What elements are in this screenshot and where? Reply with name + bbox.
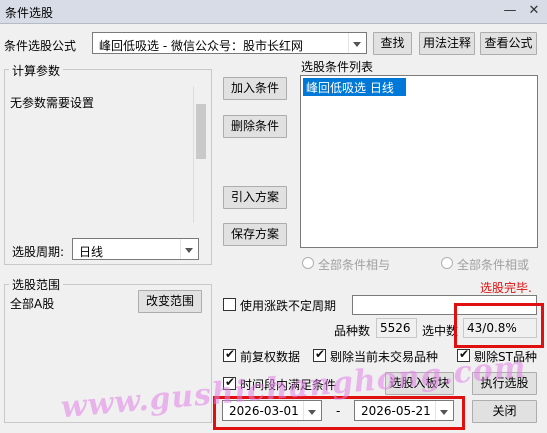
radio-all-and[interactable] [302,257,314,269]
selected-count-highlight [454,303,544,348]
radio-all-or[interactable] [441,257,453,269]
list-item[interactable]: 峰回低吸选 日线 [303,78,406,96]
selected-label: 选中数 [422,324,459,338]
prior-adjust-checkbox[interactable] [223,347,236,362]
formula-label: 条件选股公式 [4,39,77,53]
close-window-button[interactable]: ✕ [521,0,547,22]
conditions-title: 选股条件列表 [301,60,374,74]
change-range-button[interactable]: 改变范围 [138,290,202,313]
uncertain-period-label: 使用涨跌不定周期 [240,299,337,313]
radio-all-or-label: 全部条件相或 [457,258,530,272]
count-label: 品种数 [334,324,371,338]
chevron-down-icon[interactable] [180,239,198,259]
count-value-box: 5526 [376,318,417,338]
period-label: 选股周期: [12,245,65,259]
find-button[interactable]: 查找 [373,32,412,55]
title-bar: 条件选股 — ✕ [0,0,547,24]
radio-all-and-label: 全部条件相与 [318,258,391,272]
formula-selected-value: 峰回低吸选 - 微信公众号：股市长红网 [99,39,303,53]
chevron-down-icon[interactable] [348,33,366,53]
range-group-title: 选股范围 [9,276,64,293]
period-select[interactable]: 日线 [72,238,199,260]
params-text: 无参数需要设置 [10,96,95,110]
usage-notes-button[interactable]: 用法注释 [419,32,475,55]
params-scrollbar[interactable] [193,86,207,223]
range-value: 全部A股 [10,297,55,311]
add-condition-button[interactable]: 加入条件 [223,77,287,100]
conditions-list[interactable]: 峰回低吸选 日线 [300,75,538,248]
condition-item-label: 峰回低吸选 日线 [306,81,394,95]
exclude-untraded-checkbox[interactable] [313,347,326,362]
minimize-button[interactable]: — [497,0,523,22]
import-scheme-button[interactable]: 引入方案 [223,186,287,209]
window-title: 条件选股 [5,6,54,20]
uncertain-period-checkbox[interactable] [223,298,236,311]
formula-select[interactable]: 峰回低吸选 - 微信公众号：股市长红网 [92,32,367,54]
prior-adjust-label: 前复权数据 [240,350,301,364]
view-formula-button[interactable]: 查看公式 [480,32,537,55]
period-value: 日线 [79,245,104,259]
scroll-thumb[interactable] [196,104,206,159]
status-text: 选股完毕. [480,281,532,295]
delete-condition-button[interactable]: 删除条件 [223,115,287,138]
params-group-title: 计算参数 [9,62,64,79]
save-scheme-button[interactable]: 保存方案 [223,223,287,246]
close-button[interactable]: 关闭 [472,400,537,423]
count-value: 5526 [380,321,411,335]
